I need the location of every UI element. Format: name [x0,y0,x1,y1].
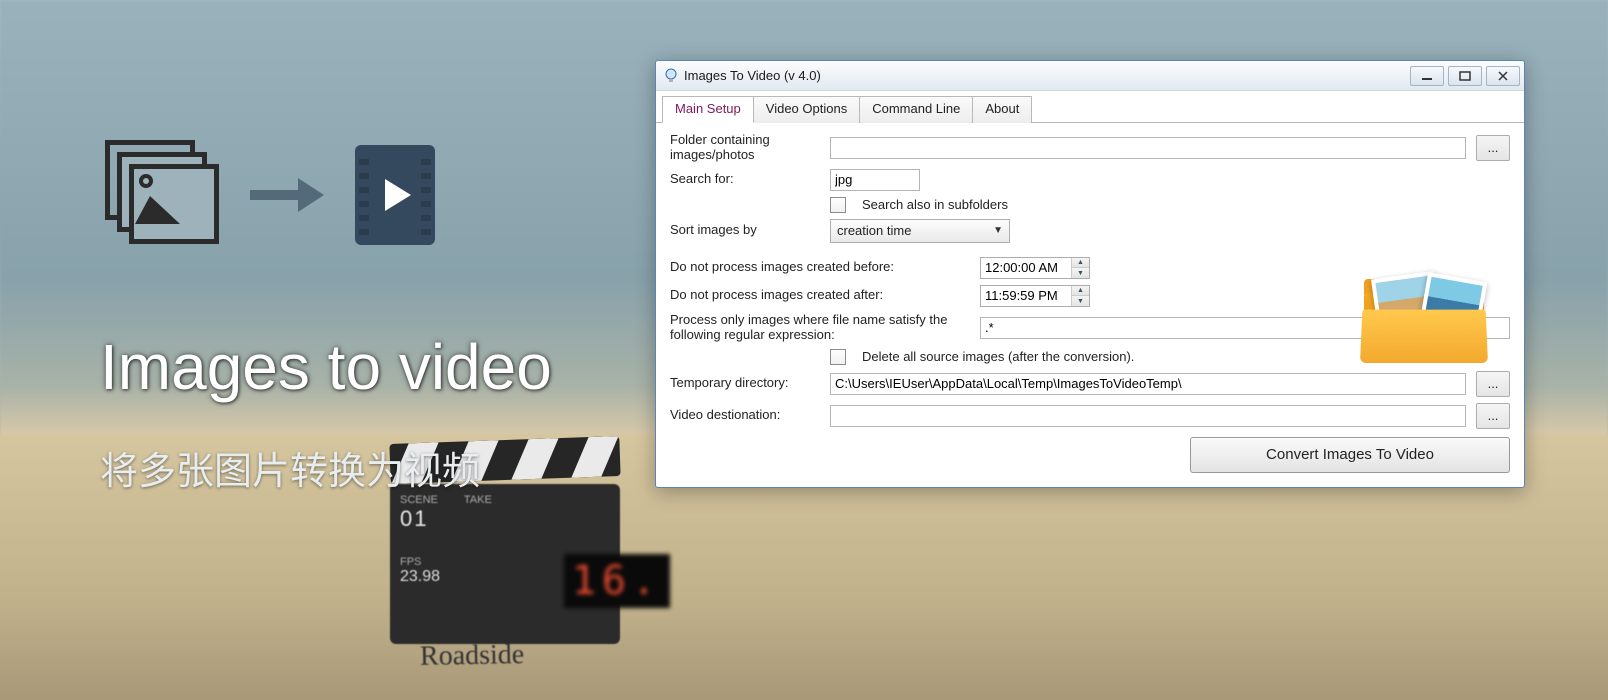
tab-main-setup[interactable]: Main Setup [662,96,754,123]
subfolders-checkbox[interactable] [830,197,846,213]
minimize-button[interactable] [1410,66,1444,86]
search-for-label: Search for: [670,172,820,187]
tempdir-label: Temporary directory: [670,376,820,391]
destination-input[interactable] [830,405,1466,427]
folder-input[interactable] [830,137,1466,159]
tab-video-options[interactable]: Video Options [753,96,860,123]
maximize-button[interactable] [1448,66,1482,86]
app-window: Images To Video (v 4.0) Main Setup Video… [655,60,1525,488]
titlebar[interactable]: Images To Video (v 4.0) [656,61,1524,91]
app-icon [664,68,678,84]
sort-by-value: creation time [837,223,911,238]
not-after-spinner[interactable]: ▲▼ [980,285,1090,307]
tempdir-browse-button[interactable]: ... [1476,371,1510,397]
not-after-label: Do not process images created after: [670,288,970,303]
delete-source-label: Delete all source images (after the conv… [862,349,1134,364]
not-after-input[interactable] [981,286,1071,306]
hero-diagram [105,140,435,250]
convert-button[interactable]: Convert Images To Video [1190,437,1510,473]
arrow-icon [250,180,330,210]
window-title: Images To Video (v 4.0) [684,68,1410,83]
folder-browse-button[interactable]: ... [1476,135,1510,161]
main-panel: Folder containing images/photos ... Sear… [656,123,1524,487]
subfolders-label: Search also in subfolders [862,197,1008,212]
spin-down-icon[interactable]: ▼ [1072,296,1089,306]
tab-about[interactable]: About [972,96,1032,123]
spin-up-icon[interactable]: ▲ [1072,258,1089,269]
destination-browse-button[interactable]: ... [1476,403,1510,429]
tab-strip: Main Setup Video Options Command Line Ab… [656,91,1524,123]
hero-title: Images to video [100,330,552,404]
close-button[interactable] [1486,66,1520,86]
spin-down-icon[interactable]: ▼ [1072,268,1089,278]
destination-label: Video destionation: [670,408,820,423]
folder-label: Folder containing images/photos [670,133,820,163]
video-icon [355,145,435,245]
folder-illustration [1354,253,1494,363]
sort-by-combo[interactable]: creation time ▼ [830,219,1010,243]
images-stack-icon [105,140,225,250]
sort-by-label: Sort images by [670,223,820,238]
not-before-spinner[interactable]: ▲▼ [980,257,1090,279]
not-before-input[interactable] [981,258,1071,278]
chevron-down-icon: ▼ [993,225,1003,236]
search-for-input[interactable] [830,169,920,191]
regex-label: Process only images where file name sati… [670,313,970,343]
tab-command-line[interactable]: Command Line [859,96,973,123]
delete-source-checkbox[interactable] [830,349,846,365]
not-before-label: Do not process images created before: [670,260,970,275]
hero-subtitle: 将多张图片转换为视频 [100,440,480,495]
spin-up-icon[interactable]: ▲ [1072,286,1089,297]
tempdir-input[interactable] [830,373,1466,395]
